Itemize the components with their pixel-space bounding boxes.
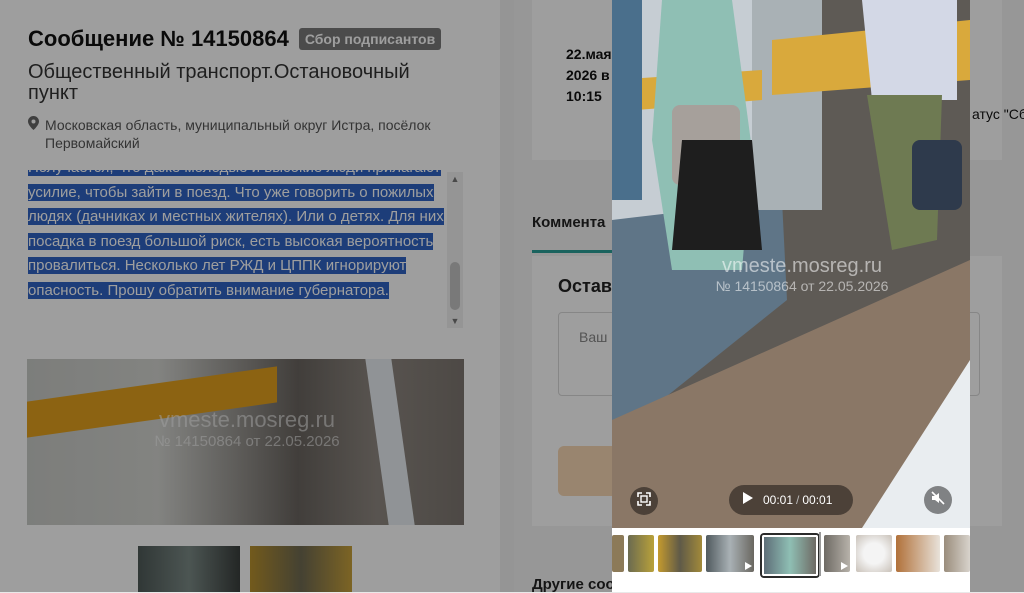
media-thumbnail[interactable] (856, 535, 892, 572)
media-thumbnail-active[interactable] (762, 535, 818, 576)
media-thumbnail[interactable] (658, 535, 702, 572)
media-thumbnail[interactable] (896, 535, 940, 572)
muted-speaker-icon (931, 490, 945, 510)
play-icon (742, 491, 754, 510)
media-thumbnail[interactable] (944, 535, 970, 572)
media-thumbnail[interactable] (628, 535, 654, 572)
duration: 00:01 (802, 493, 833, 507)
media-thumbnail[interactable] (706, 535, 754, 572)
video-player[interactable]: vmeste.mosreg.ru № 14150864 от 22.05.202… (612, 0, 970, 528)
video-watermark-caption: № 14150864 от 22.05.2026 (715, 278, 889, 294)
media-viewer: vmeste.mosreg.ru № 14150864 от 22.05.202… (612, 0, 970, 592)
video-badge-icon (745, 562, 752, 570)
play-button[interactable] (733, 485, 763, 515)
current-time: 00:01 (763, 493, 794, 507)
fullscreen-button[interactable] (630, 487, 658, 515)
media-thumbnail[interactable] (612, 535, 624, 572)
video-watermark: vmeste.mosreg.ru № 14150864 от 22.05.202… (672, 255, 932, 294)
strip-divider (819, 532, 821, 576)
mute-button[interactable] (924, 486, 952, 514)
media-strip (612, 528, 970, 592)
player-controls: 00:01 / 00:01 (729, 485, 853, 515)
time-separator: / (796, 493, 800, 507)
fullscreen-icon (637, 491, 651, 511)
video-watermark-site: vmeste.mosreg.ru (721, 255, 883, 277)
media-thumbnail[interactable] (824, 535, 850, 572)
video-badge-icon (841, 562, 848, 570)
